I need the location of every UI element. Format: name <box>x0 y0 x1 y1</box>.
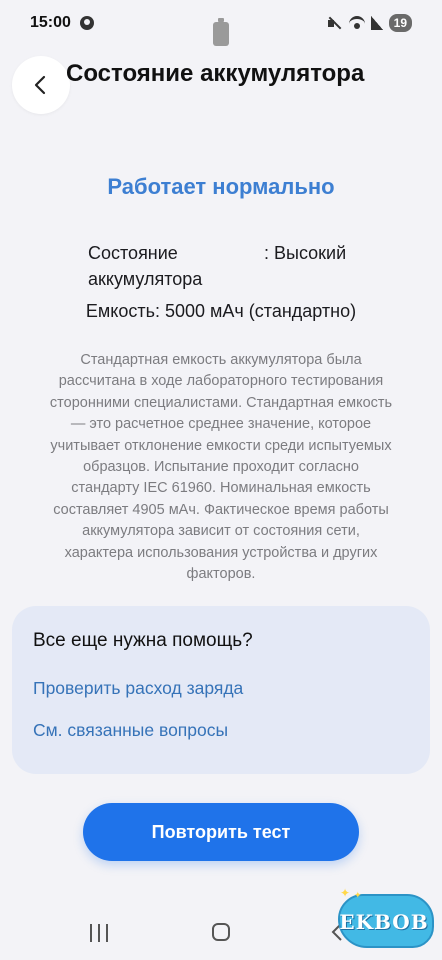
battery-capacity: Емкость: 5000 мАч (стандартно) <box>85 301 357 321</box>
page-title: Состояние аккумулятора <box>66 60 365 87</box>
related-questions-link[interactable]: См. связанные вопросы <box>33 720 228 741</box>
battery-notification-icon <box>213 18 229 46</box>
battery-status-heading: Работает нормально <box>107 174 335 199</box>
battery-level-icon: 19 <box>388 14 412 32</box>
status-time: 15:00 <box>30 14 71 31</box>
signal-icon <box>370 16 383 30</box>
wifi-icon <box>348 16 365 30</box>
battery-state-value: : Высокий <box>264 243 347 263</box>
battery-state-label: Состояние аккумулятора <box>88 243 203 289</box>
retry-test-button[interactable]: Повторить тест <box>83 803 359 861</box>
watermark-text: EKBOB <box>339 910 429 934</box>
battery-state-row: Состояние аккумулятора : Высокий <box>88 240 388 296</box>
back-button[interactable] <box>12 56 70 114</box>
check-battery-usage-link[interactable]: Проверить расход заряда <box>33 678 243 699</box>
status-bar: 15:00 19 <box>0 0 442 48</box>
notification-icon <box>80 16 94 30</box>
help-title: Все еще нужна помощь? <box>33 630 253 651</box>
chevron-left-icon <box>34 75 46 95</box>
status-icons: 19 <box>327 14 412 32</box>
recents-icon[interactable] <box>90 924 108 942</box>
watermark-logo: ✦ ✦ EKBOB <box>332 884 436 952</box>
star-icon: ✦ <box>340 886 351 900</box>
mute-icon <box>327 16 343 30</box>
home-icon[interactable] <box>212 923 230 941</box>
star-icon: ✦ <box>354 890 362 900</box>
capacity-description: Стандартная емкость аккумулятора была ра… <box>49 352 393 583</box>
help-card: Все еще нужна помощь? Проверить расход з… <box>12 606 430 774</box>
